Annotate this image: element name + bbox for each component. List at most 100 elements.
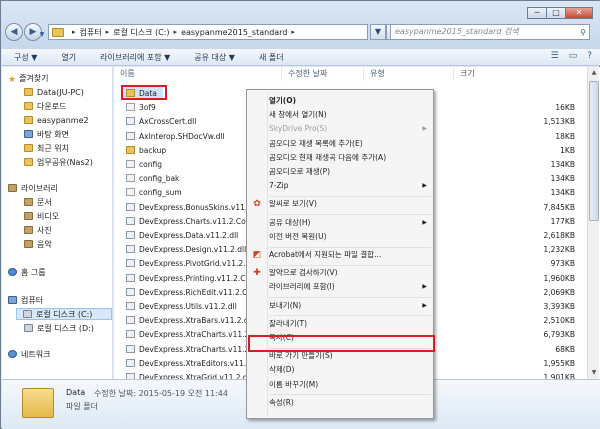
scroll-thumb[interactable] [589,81,599,221]
nav-network[interactable]: 네트워크 [8,349,50,361]
nav-item-pictures[interactable]: 사진 [24,225,52,237]
breadcrumb-local-disk-c[interactable]: 로컬 디스크 (C:) [113,27,169,38]
breadcrumb-easypanme[interactable]: easypanme2015_standard [181,28,287,37]
address-dropdown-button[interactable]: ▼ [370,24,386,40]
menu-item[interactable]: 곰오디오 현재 재생곡 다음에 추가(A) [269,152,429,164]
folder-icon [24,88,33,96]
column-header-modified[interactable]: 수정한 날짜 [282,67,364,81]
file-size: 1,960KB [543,273,575,283]
submenu-arrow-icon: ▶ [422,125,427,133]
nav-libraries[interactable]: 라이브러리 [8,183,58,195]
video-icon [24,212,33,220]
nav-item-data-ju-pc[interactable]: Data(JU-PC) [24,87,84,99]
file-size: 16KB [555,103,575,113]
file-row[interactable]: DevExpress.Utils.v11.2.dll [126,301,237,312]
file-row[interactable]: DevExpress.XtraBars.v11.2.dll [126,315,253,326]
column-header-size[interactable]: 크기 [454,67,594,81]
dll-file-icon [126,202,135,211]
file-row[interactable]: 3of9 [126,102,156,113]
dll-file-icon [126,330,135,339]
nav-item-downloads[interactable]: 다운로드 [24,101,66,113]
search-icon[interactable]: ⚲ [580,26,586,40]
nav-item-easypanme2[interactable]: easypanme2 [24,115,89,127]
file-row[interactable]: config [126,159,162,170]
folder-icon [22,388,54,418]
menu-item[interactable]: 7-Zip [269,180,429,192]
nav-item-local-disk-d[interactable]: 로컬 디스크 (D:) [24,323,94,335]
breadcrumb-computer[interactable]: 컴퓨터 [80,27,102,38]
file-size: 1,232KB [543,245,575,255]
file-row[interactable]: DevExpress.XtraCharts.v11.2.U [126,344,257,355]
file-icon [126,160,135,168]
menu-item[interactable]: 라이브러리에 포함(I) [269,281,429,293]
file-name: AxInterop.SHDocVw.dll [139,131,225,141]
menu-item[interactable]: 보내기(N) [269,300,429,312]
menu-item[interactable]: 알약으로 검사하기(V) [269,267,429,279]
file-size: 134KB [550,188,575,198]
file-row[interactable]: DevExpress.XtraEditors.v11.2.dll [126,358,262,369]
search-input[interactable]: easypanme2015_standard 검색 ⚲ [390,24,590,40]
file-size: 3,393KB [543,302,575,311]
menu-item[interactable]: 곰오디오로 재생(P) [269,166,429,178]
menu-item[interactable]: 곰오디오 재생 목록에 추가(E) [269,138,429,150]
file-row[interactable]: config_sum [126,187,182,198]
nav-item-desktop[interactable]: 바탕 화면 [24,129,69,141]
file-name: DevExpress.Utils.v11.2.dll [139,302,237,311]
nav-homegroup[interactable]: 홈 그룹 [8,267,46,279]
file-row[interactable]: DevExpress.BonusSkins.v11.2.dll [126,202,263,213]
include-in-library-button[interactable]: 라이브러리에 포함 ▼ [100,52,170,63]
file-size: 2,618KB [543,231,575,240]
file-row[interactable]: AxCrossCert.dll [126,116,196,127]
nav-item-nas2[interactable]: 업무공유(Nas2) [24,157,93,169]
close-button[interactable]: ✕ [565,7,593,19]
view-options-icon[interactable]: ☰ [551,51,559,61]
menu-item[interactable]: 잘라내기(T) [269,318,429,330]
nav-item-documents[interactable]: 문서 [24,197,52,209]
scroll-down-icon[interactable]: ▼ [588,367,600,379]
file-name: DevExpress.PivotGrid.v11.2.Core [139,259,263,269]
nav-item-videos[interactable]: 비디오 [24,211,59,223]
open-button[interactable]: 열기 [61,52,76,63]
file-row[interactable]: DevExpress.Printing.v11.2.Core [126,273,258,284]
maximize-button[interactable]: □ [546,7,566,19]
share-with-button[interactable]: 공유 대상 ▼ [194,52,235,63]
menu-item[interactable]: 알씨로 보기(V) [269,198,429,210]
file-row[interactable]: DevExpress.Charts.v11.2.Core.dll [126,216,265,227]
file-row[interactable]: DevExpress.Design.v11.2.dll [126,244,246,255]
menu-item[interactable]: 공유 대상(H) [269,217,429,229]
file-row[interactable]: DevExpress.RichEdit.v11.2.Core [126,287,259,298]
address-bar[interactable]: ▸ 컴퓨터 ▸ 로컬 디스크 (C:) ▸ easypanme2015_stan… [48,24,368,40]
recent-pages-dropdown[interactable]: ▼ [37,27,47,45]
column-header-name[interactable]: 이름 [114,67,282,81]
menu-item[interactable]: Acrobat에서 지원되는 파일 결합... [269,249,429,261]
scroll-up-icon[interactable]: ▲ [588,67,600,79]
file-row[interactable]: DevExpress.XtraCharts.v11.2.dll [126,329,261,340]
back-button[interactable]: ◀ [5,23,23,41]
nav-computer[interactable]: 컴퓨터 [8,295,43,307]
menu-separator [269,394,431,396]
menu-item[interactable]: 삭제(D) [269,364,429,376]
menu-item[interactable]: 새 창에서 열기(N) [269,109,429,121]
nav-item-recent-places[interactable]: 최근 위치 [24,143,69,155]
file-row[interactable]: backup [126,145,166,156]
column-header-type[interactable]: 유형 [364,67,454,81]
new-folder-button[interactable]: 새 폴더 [259,52,284,63]
dll-file-icon [126,287,135,296]
file-row[interactable]: config_bak [126,173,179,184]
nav-favorites[interactable]: ★ 즐겨찾기 [8,73,49,85]
file-row[interactable]: DevExpress.PivotGrid.v11.2.Core [126,258,263,269]
minimize-button[interactable]: ─ [527,7,547,19]
nav-item-local-disk-c[interactable]: 로컬 디스크 (C:) [16,308,112,320]
help-icon[interactable]: ? [587,51,592,61]
menu-item[interactable]: 이전 버전 복원(U) [269,231,429,243]
organize-button[interactable]: 구성 ▼ [14,52,37,63]
file-row[interactable]: DevExpress.Data.v11.2.dll [126,230,238,241]
preview-pane-icon[interactable]: ▭ [569,51,578,61]
file-row[interactable]: AxInterop.SHDocVw.dll [126,131,225,142]
folder-icon [24,102,33,110]
vertical-scrollbar[interactable]: ▲ ▼ [587,67,599,379]
menu-item[interactable]: 열기(O) [269,95,429,107]
nav-item-music[interactable]: 음악 [24,239,52,251]
menu-item[interactable]: 이름 바꾸기(M) [269,379,429,391]
menu-item[interactable]: 속성(R) [269,397,429,409]
